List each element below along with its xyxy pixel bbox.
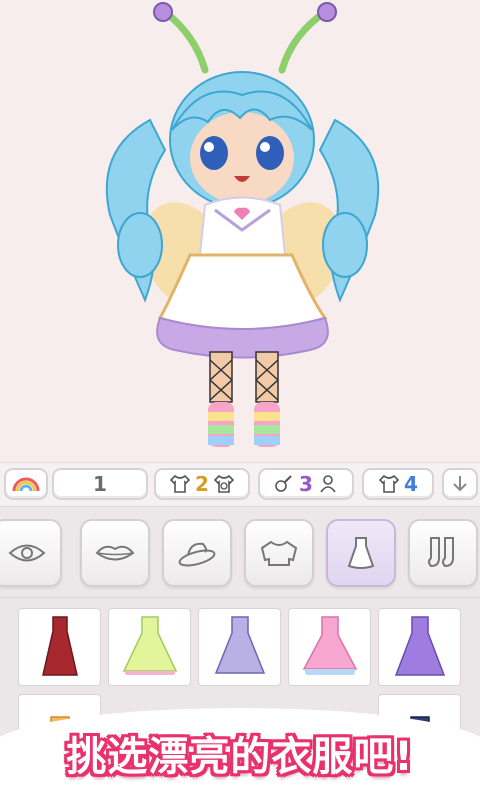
- grid-item[interactable]: [378, 608, 461, 686]
- tab-lips[interactable]: [80, 519, 150, 587]
- hat-icon: [178, 542, 216, 567]
- purple-starry-dress-icon: [394, 616, 445, 676]
- pink-rainbow-dress-icon: [302, 616, 357, 675]
- slot-counter[interactable]: 1: [52, 468, 148, 500]
- tab-socks[interactable]: [408, 519, 478, 587]
- accessory-counter[interactable]: 3: [258, 468, 354, 500]
- baby-icon: [320, 475, 336, 493]
- promo-banner: 挑选漂亮的衣服吧!: [0, 708, 480, 800]
- grid-item[interactable]: [198, 608, 281, 686]
- rainbow-icon: [12, 477, 40, 492]
- chibi-character-illustration: [105, 2, 380, 447]
- dark-red-gown-icon: [41, 616, 78, 676]
- tops-counter[interactable]: 2: [154, 468, 250, 500]
- tab-dresses[interactable]: [326, 519, 396, 587]
- dress-count: 4: [404, 472, 418, 496]
- pacifier-icon: [275, 475, 292, 492]
- rainbow-button[interactable]: [4, 468, 48, 500]
- promo-banner-text: 挑选漂亮的衣服吧!: [66, 734, 414, 780]
- grid-item[interactable]: [18, 608, 101, 686]
- lips-icon: [95, 545, 135, 561]
- scroll-down-button[interactable]: [442, 468, 478, 500]
- grid-item[interactable]: [288, 608, 371, 686]
- dress-counter[interactable]: 4: [362, 468, 434, 500]
- character-preview: [0, 0, 480, 462]
- category-tabs: [0, 506, 480, 598]
- tab-hats[interactable]: [162, 519, 232, 587]
- eye-icon: [8, 544, 46, 562]
- counter-toolbar: 1 2 3 4: [0, 462, 480, 506]
- lime-rainbow-dress-icon: [122, 616, 177, 675]
- tops-count: 2: [195, 472, 209, 496]
- lavender-lace-dress-icon: [214, 616, 265, 674]
- sweater-icon: [260, 540, 298, 566]
- shirt-icon: [169, 474, 191, 493]
- tab-tops[interactable]: [244, 519, 314, 587]
- skull-shirt-icon: [213, 474, 235, 493]
- heart-shirt-icon: [378, 474, 400, 493]
- slot-count: 1: [93, 472, 107, 496]
- accessory-count: 3: [299, 472, 313, 496]
- dress-icon: [347, 537, 375, 569]
- arrow-down-icon: [453, 476, 467, 492]
- socks-icon: [428, 537, 454, 568]
- tab-eyes[interactable]: [0, 519, 62, 587]
- grid-item[interactable]: [108, 608, 191, 686]
